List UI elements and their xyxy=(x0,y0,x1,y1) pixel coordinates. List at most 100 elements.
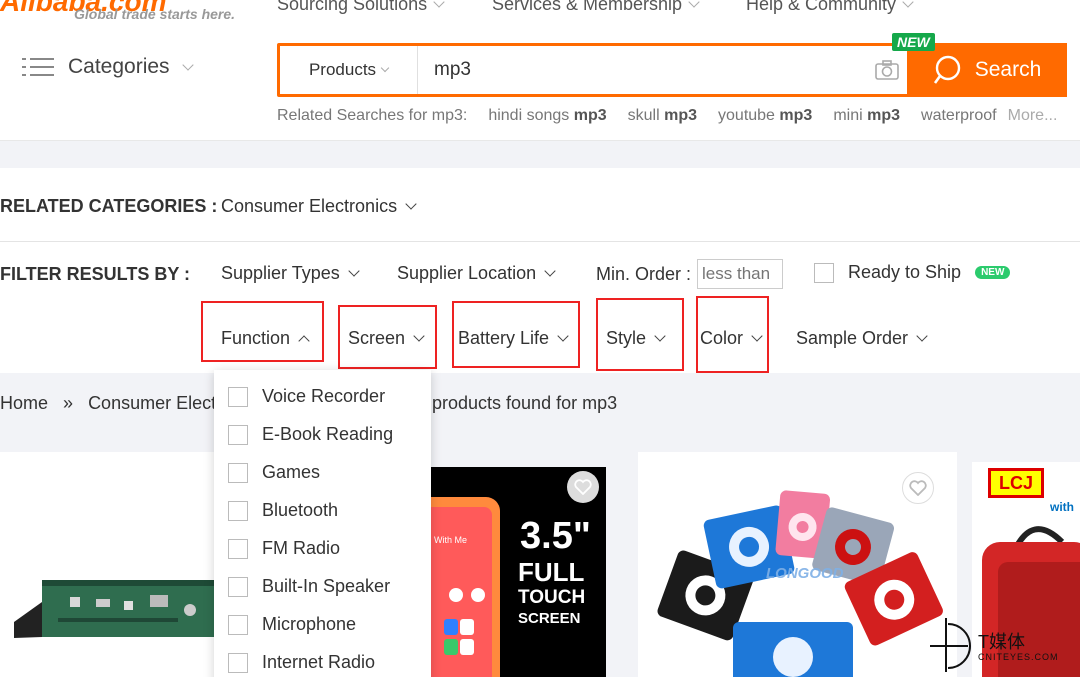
highlight-box xyxy=(696,296,769,373)
search-bar: Products Search xyxy=(277,43,1067,97)
related-search-link[interactable]: hindi songs mp3 xyxy=(488,107,606,125)
option-checkbox[interactable] xyxy=(228,538,248,559)
option-checkbox[interactable] xyxy=(228,614,248,635)
filter-supplier-location[interactable]: Supplier Location xyxy=(397,263,556,284)
min-order-label: Min. Order : xyxy=(596,263,692,284)
option-label: Voice Recorder xyxy=(262,386,386,406)
function-option[interactable]: Games xyxy=(228,462,320,483)
card-text: with xyxy=(1050,500,1074,514)
filter-supplier-types[interactable]: Supplier Types xyxy=(221,263,360,284)
categories-label: Categories xyxy=(68,55,170,78)
min-order-input[interactable] xyxy=(697,259,784,289)
chevron-down-icon xyxy=(433,0,445,8)
option-checkbox[interactable] xyxy=(228,500,248,521)
related-search-link[interactable]: youtube mp3 xyxy=(718,107,812,125)
option-checkbox[interactable] xyxy=(228,462,248,483)
chevron-down-icon xyxy=(181,58,194,71)
option-label: Built-In Speaker xyxy=(262,576,391,596)
ready-to-ship-checkbox[interactable] xyxy=(814,262,834,283)
new-badge: NEW xyxy=(975,266,1011,279)
option-label: Games xyxy=(262,462,321,482)
chevron-down-icon xyxy=(380,63,390,72)
option-checkbox[interactable] xyxy=(228,386,248,407)
function-option[interactable]: Built-In Speaker xyxy=(228,576,390,597)
watermark-logo xyxy=(930,618,971,672)
results-count: products found for mp3 xyxy=(432,393,618,413)
option-label: Microphone xyxy=(262,614,357,634)
breadcrumb-current[interactable]: Consumer Elect xyxy=(88,393,216,413)
camera-icon[interactable] xyxy=(867,46,907,94)
search-button[interactable]: Search xyxy=(907,43,1067,97)
related-search-link[interactable]: skull mp3 xyxy=(628,107,697,125)
heart-icon[interactable] xyxy=(567,471,599,503)
search-button-label: Search xyxy=(974,58,1042,81)
chevron-down-icon xyxy=(544,265,556,277)
related-categories-bar: RELATED CATEGORIES : Consumer Electronic… xyxy=(0,168,1080,242)
product-card[interactable]: LONGOOD xyxy=(638,452,957,677)
phone-caption: With Me xyxy=(434,535,468,545)
option-label: E-Book Reading xyxy=(262,424,394,444)
watermark: T媒体 CNITEYES.COM xyxy=(928,616,1078,674)
related-searches-prefix: Related Searches for mp3: xyxy=(277,107,468,124)
nav-sourcing-solutions-label: Sourcing Solutions xyxy=(277,0,428,14)
filter-sample-order-label: Sample Order xyxy=(796,328,909,348)
brand-watermark: LONGOOD xyxy=(766,565,844,582)
highlight-box xyxy=(596,298,684,371)
watermark-subtitle: CNITEYES.COM xyxy=(978,652,1059,662)
option-label: Internet Radio xyxy=(262,652,376,672)
option-label: FM Radio xyxy=(262,538,341,558)
option-checkbox[interactable] xyxy=(228,652,248,673)
card-headline: SCREEN xyxy=(518,610,581,627)
function-option[interactable]: Microphone xyxy=(228,614,356,635)
product-card[interactable]: With Me 3.5" FULL TOUCH SCREEN xyxy=(430,467,606,677)
card-headline: FULL xyxy=(518,557,585,587)
related-search-link[interactable]: mini mp3 xyxy=(833,107,900,125)
chevron-down-icon xyxy=(902,0,914,8)
function-option[interactable]: Voice Recorder xyxy=(228,386,385,407)
chevron-down-icon xyxy=(405,198,417,210)
categories-menu[interactable]: Categories xyxy=(22,55,194,79)
nav-services-membership-label: Services & Membership xyxy=(492,0,683,14)
function-option[interactable]: Bluetooth xyxy=(228,500,338,521)
related-category-value: Consumer Electronics xyxy=(221,196,398,216)
chevron-down-icon xyxy=(688,0,700,8)
option-label: Bluetooth xyxy=(262,500,339,520)
function-option[interactable]: Internet Radio xyxy=(228,652,375,673)
product-card[interactable] xyxy=(0,452,214,677)
function-dropdown: Voice Recorder E-Book Reading Games Blue… xyxy=(214,370,431,677)
new-badge: NEW xyxy=(892,33,935,51)
highlight-box xyxy=(338,305,437,369)
option-checkbox[interactable] xyxy=(228,424,248,445)
search-icon xyxy=(933,55,960,84)
breadcrumb: Home » Consumer Elect xyxy=(0,393,216,414)
highlight-box xyxy=(452,301,580,368)
card-headline: TOUCH xyxy=(518,587,586,608)
filter-supplier-location-label: Supplier Location xyxy=(397,263,537,283)
card-headline: 3.5" xyxy=(520,515,591,557)
watermark-title: T媒体 xyxy=(978,632,1025,652)
chevron-down-icon xyxy=(348,265,360,277)
nav-help-community[interactable]: Help & Community xyxy=(746,0,914,15)
search-category-label: Products xyxy=(308,60,377,79)
filter-sample-order[interactable]: Sample Order xyxy=(796,328,928,349)
breadcrumb-home[interactable]: Home xyxy=(0,393,48,413)
filter-supplier-types-label: Supplier Types xyxy=(221,263,340,283)
menu-icon xyxy=(22,56,54,78)
breadcrumb-separator: » xyxy=(63,393,74,413)
nav-help-community-label: Help & Community xyxy=(746,0,897,14)
search-input[interactable] xyxy=(418,46,867,94)
more-link[interactable]: More... xyxy=(1008,107,1058,125)
function-option[interactable]: FM Radio xyxy=(228,538,340,559)
product-image xyxy=(14,580,214,638)
related-search-link[interactable]: waterproof xyxy=(921,107,997,125)
related-category-dropdown[interactable]: Consumer Electronics xyxy=(221,196,417,217)
nav-services-membership[interactable]: Services & Membership xyxy=(492,0,700,15)
ready-to-ship-label: Ready to Ship xyxy=(848,262,962,282)
filter-ready-to-ship[interactable]: Ready to Ship NEW xyxy=(814,262,1011,283)
related-categories-label: RELATED CATEGORIES : xyxy=(0,196,218,216)
site-header: Alibaba.com Global trade starts here. So… xyxy=(0,0,1080,141)
function-option[interactable]: E-Book Reading xyxy=(228,424,393,445)
option-checkbox[interactable] xyxy=(228,576,248,597)
nav-sourcing-solutions[interactable]: Sourcing Solutions xyxy=(277,0,445,15)
search-category-select[interactable]: Products xyxy=(280,46,418,94)
